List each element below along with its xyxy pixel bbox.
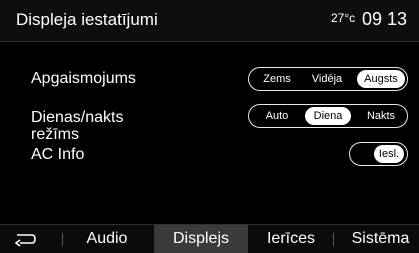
- tab-system[interactable]: Sistēma: [342, 225, 419, 253]
- daynight-option-night[interactable]: Nakts: [359, 107, 403, 125]
- daynight-option-day[interactable]: Diena: [305, 107, 351, 125]
- daynight-selector: Auto Diena Nakts: [248, 104, 408, 128]
- lighting-option-low[interactable]: Zems: [255, 70, 299, 88]
- acinfo-label: AC Info: [31, 146, 85, 163]
- daynight-option-auto[interactable]: Auto: [255, 107, 299, 125]
- clock: 09 13: [362, 9, 408, 29]
- bottom-nav: Audio Displejs Ierīces Sistēma: [0, 224, 419, 253]
- tab-divider: [62, 233, 63, 246]
- acinfo-toggle-on: Iesl.: [374, 145, 404, 163]
- back-arrow-icon[interactable]: [12, 230, 38, 248]
- tab-devices[interactable]: Ierīces: [258, 225, 324, 253]
- page-title: Displeja iestatījumi: [16, 10, 158, 29]
- tab-audio[interactable]: Audio: [76, 225, 138, 253]
- acinfo-toggle[interactable]: Iesl.: [349, 142, 408, 166]
- header-bar: Displeja iestatījumi 27°c 09 13: [0, 0, 419, 42]
- lighting-label: Apgaismojums: [31, 70, 136, 87]
- lighting-option-medium[interactable]: Vidēja: [301, 70, 353, 88]
- lighting-selector: Zems Vidēja Augsts: [248, 67, 408, 91]
- lighting-option-high[interactable]: Augsts: [357, 70, 405, 88]
- daynight-label: Dienas/nakts režīms: [31, 109, 124, 143]
- tab-divider: [333, 233, 334, 246]
- tab-display[interactable]: Displejs: [154, 225, 248, 253]
- temperature-readout: 27°c: [331, 11, 356, 25]
